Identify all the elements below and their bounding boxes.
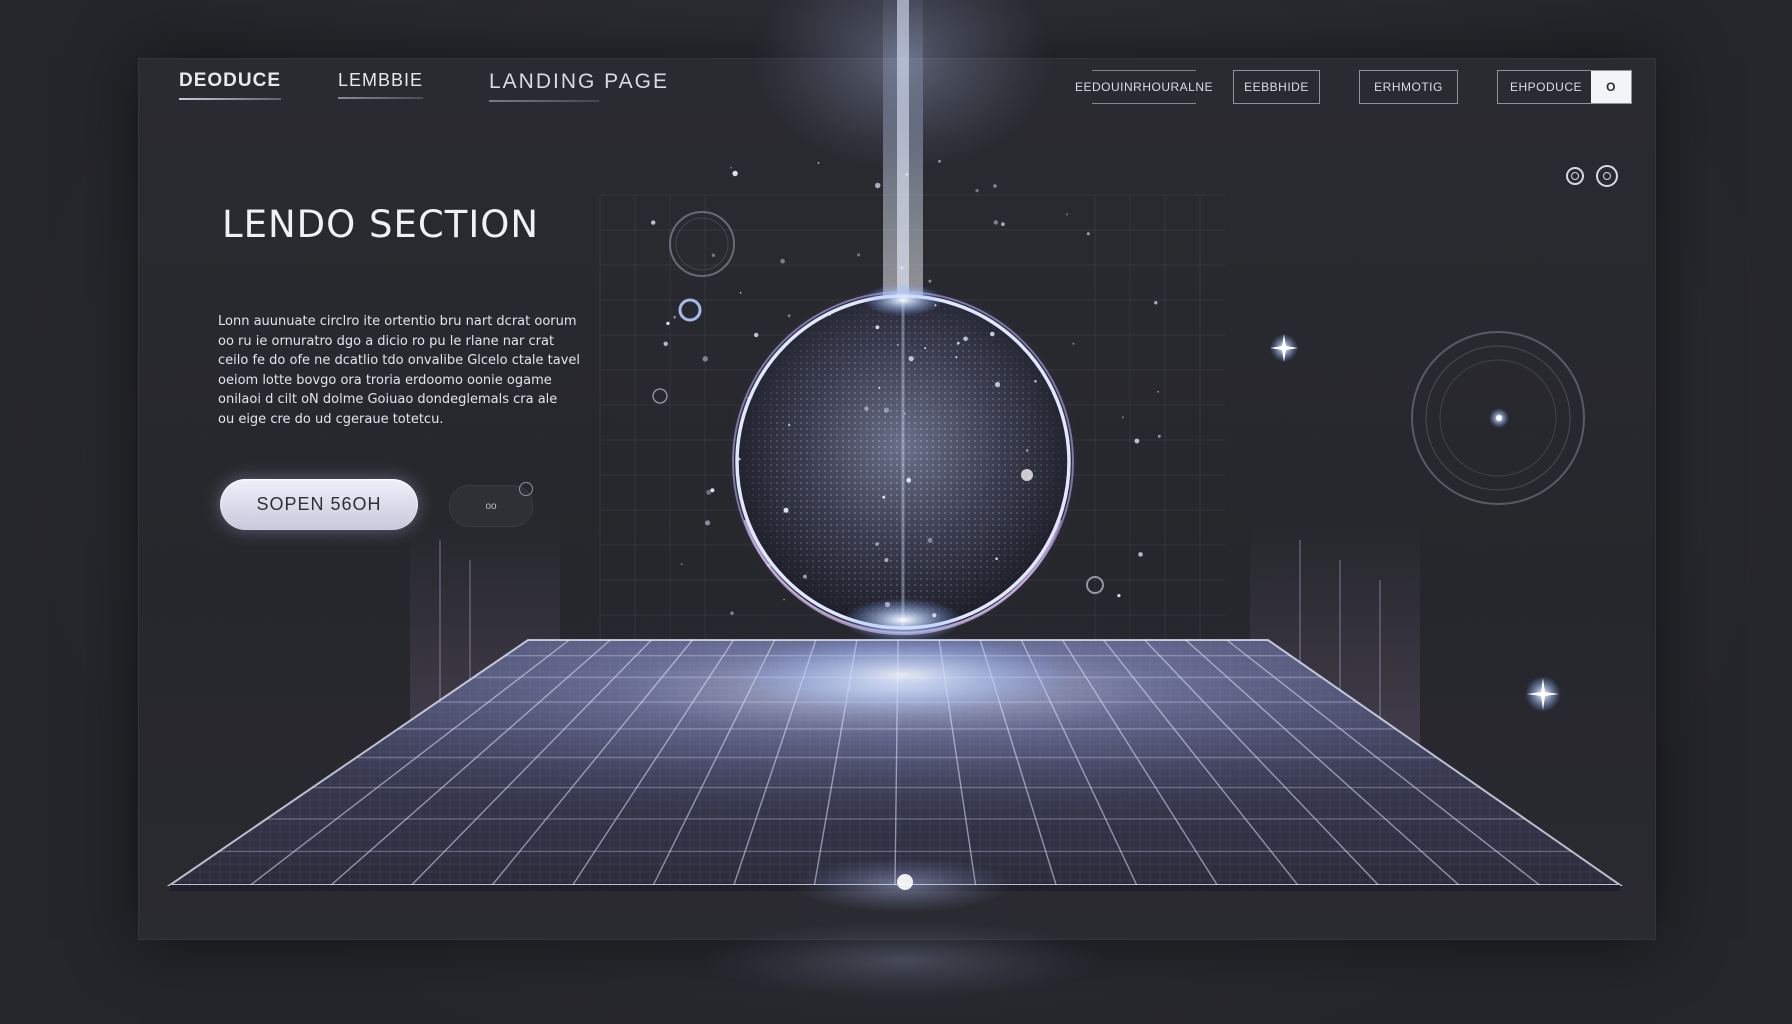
cta-button-label: SOPEN 56OH xyxy=(256,494,382,514)
hero-title: LENDO SECTION xyxy=(222,203,540,246)
body-line: Lonn auunuate circlro ite ortentio bru n… xyxy=(218,314,577,329)
body-line: oo ru ie ornuratro dgo a dicio ro pu le … xyxy=(218,333,555,349)
link-underline xyxy=(489,100,599,102)
nav-link-label: DEODUCE xyxy=(179,70,282,91)
nav-button-label: ERHMOTIG xyxy=(1374,80,1443,94)
nav-button-3[interactable]: ERHMOTIG xyxy=(1359,70,1458,104)
radio-circle-icon[interactable] xyxy=(1596,165,1618,187)
body-line: ceilo fe do ofe ne dcatlio tdo onvalibe … xyxy=(218,353,581,368)
nav-link-deoduce[interactable]: DEODUCE xyxy=(179,70,282,100)
nav-button-2[interactable]: EEBBHIDE xyxy=(1233,70,1320,104)
nav-toggle[interactable]: O xyxy=(1591,71,1631,103)
nav-button-label: EHPODUCE xyxy=(1510,80,1583,94)
body-line: ou eige cre do ud cgeraue totetcu. xyxy=(218,411,444,427)
body-line: onilaoi d cilt oN dolme Goiuao dondeglem… xyxy=(218,392,558,407)
nav-button-label: EEBBHIDE xyxy=(1244,80,1309,94)
nav-link-label: LANDING PAGE xyxy=(489,70,669,93)
radio-circle-icon[interactable] xyxy=(1566,167,1584,185)
nav-link-landing-page[interactable]: LANDING PAGE xyxy=(489,70,669,102)
body-line: oeiom lotte bovgo ora troria erdoomo oon… xyxy=(218,372,552,388)
secondary-button-label: oo xyxy=(485,500,497,512)
small-ring-icon xyxy=(519,482,533,496)
toggle-glyph: O xyxy=(1606,80,1616,94)
hero-body-text: Lonn auunuate circlro ite ortentio bru n… xyxy=(218,312,618,429)
nav-button-label: EEDOUINRHOURALNE xyxy=(1074,79,1214,94)
landing-page-canvas: DEODUCE LEMBBIE LANDING PAGE EEDOUINRHOU… xyxy=(0,0,1792,1024)
nav-link-lembbie[interactable]: LEMBBIE xyxy=(338,70,424,99)
nav-button-1[interactable]: EEDOUINRHOURALNE xyxy=(1075,70,1213,104)
link-underline xyxy=(338,97,424,99)
cta-button[interactable]: SOPEN 56OH xyxy=(220,479,418,530)
nav-button-4[interactable]: EHPODUCE O xyxy=(1497,70,1632,104)
nav-link-label: LEMBBIE xyxy=(338,70,424,90)
glowing-sphere xyxy=(725,284,1081,642)
active-underline xyxy=(179,98,282,100)
